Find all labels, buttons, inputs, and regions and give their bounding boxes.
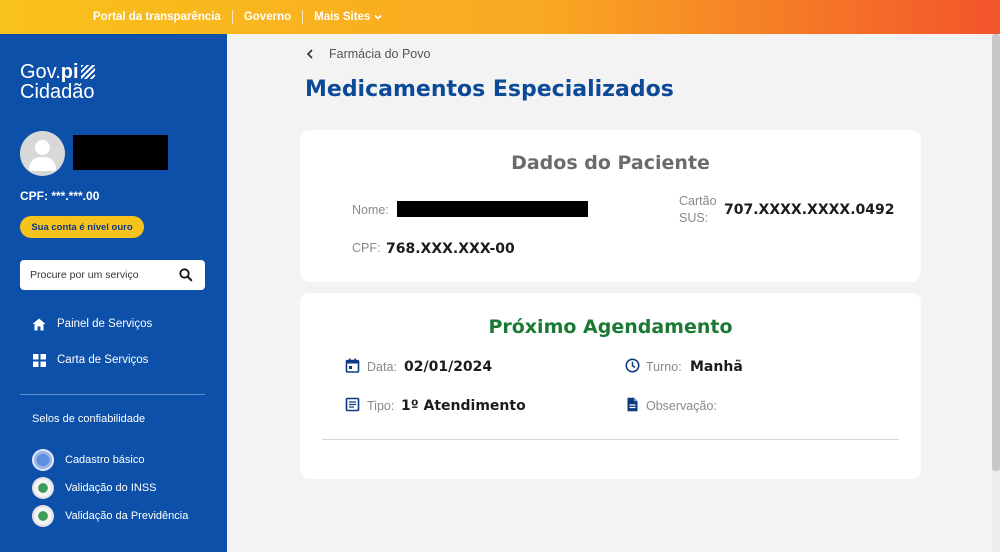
mais-sites-label: Mais Sites bbox=[314, 11, 371, 23]
breadcrumb-label: Farmácia do Povo bbox=[329, 47, 431, 61]
logo-stripes-icon bbox=[80, 65, 95, 79]
mais-sites-dropdown[interactable]: Mais Sites bbox=[314, 11, 383, 23]
user-cpf: CPF: ***.***.00 bbox=[20, 189, 100, 203]
seal-cadastro-basico[interactable]: Cadastro básico bbox=[32, 449, 145, 471]
cpf-label: CPF: bbox=[352, 241, 381, 255]
sus-label-line2: SUS: bbox=[679, 211, 709, 225]
sidebar-divider bbox=[20, 394, 205, 395]
date-label: Data: bbox=[367, 360, 397, 374]
user-name-redacted bbox=[73, 135, 168, 170]
next-appointment-card: Próximo Agendamento Data: 02/01/2024 Tur… bbox=[300, 293, 921, 479]
seal-label: Cadastro básico bbox=[65, 454, 145, 466]
patient-name-redacted bbox=[397, 201, 588, 217]
grid-icon bbox=[32, 353, 46, 367]
name-label: Nome: bbox=[352, 203, 389, 217]
search-icon[interactable] bbox=[179, 268, 193, 282]
patient-card-title: Dados do Paciente bbox=[511, 152, 710, 174]
sidebar-item-label: Painel de Serviços bbox=[57, 318, 153, 330]
shift-value: Manhã bbox=[690, 359, 743, 375]
sidebar-item-label: Carta de Serviços bbox=[57, 354, 149, 366]
sidebar-item-carta-servicos[interactable]: Carta de Serviços bbox=[32, 353, 148, 367]
chevron-left-icon[interactable] bbox=[306, 49, 314, 59]
top-bar: Portal da transparência Governo Mais Sit… bbox=[0, 0, 1000, 34]
sidebar: Gov. pi Cidadão CPF: ***.***.00 Sua conta… bbox=[0, 34, 227, 552]
sus-label-line1: Cartão bbox=[679, 194, 717, 208]
sus-card-value: 707.XXXX.XXXX.0492 bbox=[724, 202, 895, 218]
avatar-body-shape bbox=[29, 157, 56, 171]
search-input[interactable] bbox=[30, 269, 170, 281]
card-divider bbox=[322, 439, 899, 440]
link-portal-transparencia[interactable]: Portal da transparência bbox=[93, 11, 221, 23]
clock-icon bbox=[625, 358, 640, 373]
seal-validacao-inss[interactable]: Validação do INSS bbox=[32, 477, 157, 499]
link-governo[interactable]: Governo bbox=[244, 11, 291, 23]
type-label: Tipo: bbox=[367, 399, 395, 413]
chevron-down-icon bbox=[374, 14, 382, 20]
date-value: 02/01/2024 bbox=[404, 359, 493, 375]
account-level-badge[interactable]: Sua conta é nível ouro bbox=[20, 216, 144, 238]
avatar-head-shape bbox=[35, 140, 50, 155]
calendar-icon bbox=[345, 358, 360, 373]
avatar[interactable] bbox=[20, 131, 65, 176]
cpf-value: 768.XXX.XXX-00 bbox=[386, 241, 515, 257]
seal-basic-icon bbox=[32, 449, 54, 471]
breadcrumb[interactable]: Farmácia do Povo bbox=[306, 47, 430, 61]
seal-label: Validação da Previdência bbox=[65, 510, 189, 522]
patient-data-card: Dados do Paciente Nome: Cartão SUS: 707.… bbox=[300, 130, 921, 282]
seal-inss-icon bbox=[32, 477, 54, 499]
appointment-card-title: Próximo Agendamento bbox=[488, 316, 733, 338]
selos-heading: Selos de confiabilidade bbox=[32, 413, 146, 425]
logo-text-pi: pi bbox=[60, 61, 79, 83]
govpi-cidadao-logo[interactable]: Gov. pi Cidadão bbox=[20, 62, 95, 102]
page-title: Medicamentos Especializados bbox=[305, 77, 674, 102]
sidebar-item-painel-servicos[interactable]: Painel de Serviços bbox=[32, 317, 152, 331]
seal-label: Validação do INSS bbox=[65, 482, 157, 494]
seal-validacao-previdencia[interactable]: Validação da Previdência bbox=[32, 505, 188, 527]
scrollbar-thumb[interactable] bbox=[992, 34, 1000, 471]
topbar-separator bbox=[302, 10, 304, 24]
search-box bbox=[20, 260, 205, 290]
document-icon bbox=[627, 397, 638, 412]
observation-label: Observação: bbox=[646, 399, 717, 413]
topbar-separator bbox=[231, 10, 233, 24]
home-icon bbox=[32, 317, 46, 331]
logo-text-cidadao: Cidadão bbox=[20, 81, 95, 103]
logo-text-gov: Gov. bbox=[20, 61, 61, 83]
list-icon bbox=[345, 397, 360, 412]
shift-label: Turno: bbox=[646, 360, 682, 374]
type-value: 1º Atendimento bbox=[401, 398, 526, 414]
seal-previdencia-icon bbox=[32, 505, 54, 527]
